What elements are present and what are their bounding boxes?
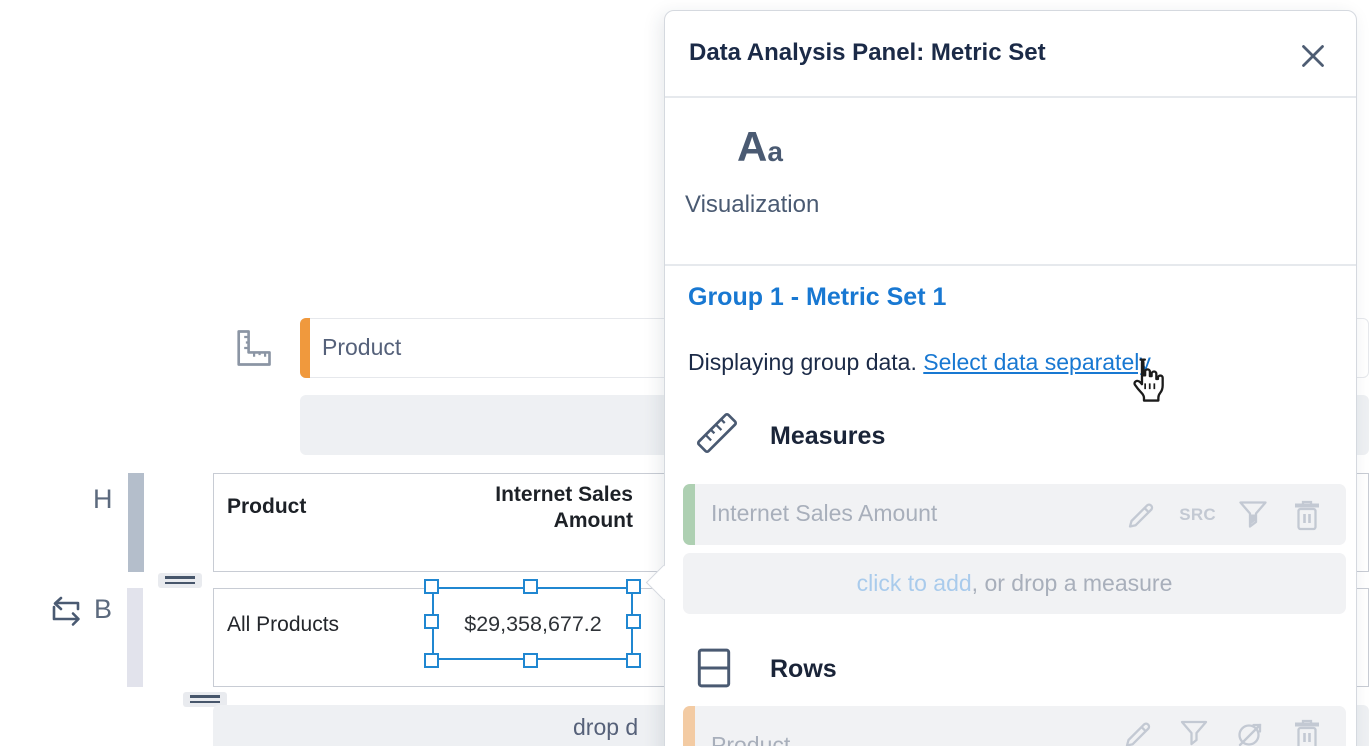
- measure-accent-bar: [683, 484, 695, 545]
- header-band-label: H: [93, 484, 113, 515]
- body-band-bar[interactable]: [127, 588, 143, 687]
- resize-handle-se[interactable]: [626, 653, 641, 668]
- group-status-text: Displaying group data. Select data separ…: [688, 349, 1151, 376]
- table-header-cell-product[interactable]: Product: [227, 495, 306, 519]
- resize-handle-e[interactable]: [626, 614, 641, 629]
- resize-handle-ne[interactable]: [626, 579, 641, 594]
- rows-section-heading: Rows: [770, 655, 837, 684]
- measure-label: Internet Sales Amount: [711, 500, 937, 527]
- measures-section-heading: Measures: [770, 422, 885, 451]
- resize-handle-s[interactable]: [523, 653, 538, 668]
- resize-handle-sw[interactable]: [424, 653, 439, 668]
- data-analysis-panel: Data Analysis Panel: Metric Set Aa Visua…: [664, 10, 1357, 746]
- delete-trash-icon[interactable]: [1290, 716, 1324, 746]
- repeat-band-icon: [44, 592, 84, 630]
- field-pill-label: Product: [322, 334, 401, 361]
- filter-funnel-icon[interactable]: [1237, 498, 1269, 532]
- click-to-add-link[interactable]: click to add: [857, 570, 972, 597]
- measure-item-row[interactable]: Internet Sales Amount SRC: [683, 484, 1346, 545]
- panel-divider: [665, 264, 1356, 266]
- add-measure-hint: , or drop a measure: [972, 570, 1173, 597]
- resize-handle-n[interactable]: [523, 579, 538, 594]
- measure-actions: SRC: [1124, 497, 1324, 533]
- row-hierarchy-item[interactable]: Product: [683, 706, 1346, 746]
- panel-title: Data Analysis Panel: Metric Set: [689, 39, 1046, 67]
- rows-section-icon: [696, 647, 732, 689]
- report-designer-page: Product H Product Internet Sales Amount …: [0, 0, 1369, 746]
- group-metric-set-heading: Group 1 - Metric Set 1: [688, 283, 946, 312]
- sort-icon[interactable]: [1233, 717, 1267, 746]
- row-hierarchy-label: Product: [711, 732, 790, 746]
- cell-selection-outline[interactable]: [432, 587, 633, 660]
- close-icon[interactable]: [1294, 37, 1332, 75]
- delete-trash-icon[interactable]: [1290, 497, 1324, 533]
- table-header-cell-measure[interactable]: Internet Sales Amount: [458, 482, 633, 534]
- field-pill-accent: [300, 318, 310, 378]
- edit-pencil-icon[interactable]: [1121, 717, 1155, 746]
- measures-ruler-icon: [693, 409, 741, 457]
- resize-handle-w[interactable]: [424, 614, 439, 629]
- select-data-separately-link[interactable]: Select data separately: [923, 349, 1151, 375]
- resize-handle-nw[interactable]: [424, 579, 439, 594]
- source-badge[interactable]: SRC: [1179, 505, 1216, 525]
- drop-zone-text: drop d: [573, 714, 638, 741]
- body-band-label: B: [94, 594, 112, 625]
- row-actions: [1121, 716, 1324, 746]
- panel-divider: [665, 96, 1356, 98]
- mouse-hand-cursor-icon: [1123, 356, 1169, 402]
- edit-pencil-icon[interactable]: [1124, 498, 1158, 532]
- text-label-visualization-icon[interactable]: Aa: [737, 123, 783, 171]
- row-drag-handle-top[interactable]: [158, 573, 202, 588]
- row-accent-bar: [683, 706, 695, 746]
- filter-funnel-icon[interactable]: [1178, 717, 1210, 746]
- square-ruler-icon: [231, 326, 275, 370]
- header-band-bar[interactable]: [128, 473, 144, 572]
- visualization-label: Visualization: [685, 191, 819, 219]
- add-measure-row[interactable]: click to add, or drop a measure: [683, 553, 1346, 614]
- table-body-cell-product[interactable]: All Products: [227, 613, 339, 637]
